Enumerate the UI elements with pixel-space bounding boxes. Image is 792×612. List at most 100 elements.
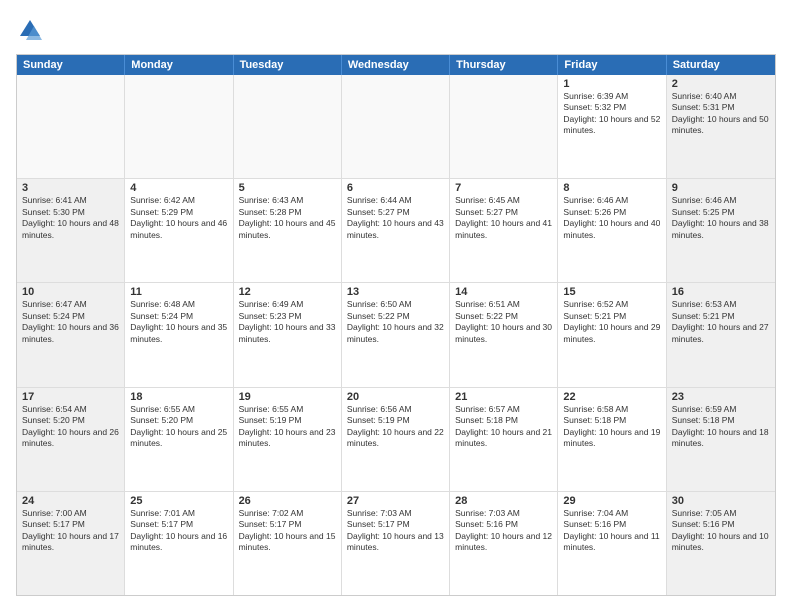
day-number: 8 [563, 182, 660, 194]
calendar-day-13: 13Sunrise: 6:50 AM Sunset: 5:22 PM Dayli… [342, 283, 450, 386]
day-number: 26 [239, 495, 336, 507]
day-info: Sunrise: 6:54 AM Sunset: 5:20 PM Dayligh… [22, 404, 119, 450]
day-number: 22 [563, 391, 660, 403]
logo [16, 16, 48, 44]
day-info: Sunrise: 7:03 AM Sunset: 5:17 PM Dayligh… [347, 508, 444, 554]
day-info: Sunrise: 6:40 AM Sunset: 5:31 PM Dayligh… [672, 91, 770, 137]
day-info: Sunrise: 6:56 AM Sunset: 5:19 PM Dayligh… [347, 404, 444, 450]
day-number: 27 [347, 495, 444, 507]
header [16, 16, 776, 44]
calendar-day-28: 28Sunrise: 7:03 AM Sunset: 5:16 PM Dayli… [450, 492, 558, 595]
calendar-day-6: 6Sunrise: 6:44 AM Sunset: 5:27 PM Daylig… [342, 179, 450, 282]
page: SundayMondayTuesdayWednesdayThursdayFrid… [0, 0, 792, 612]
day-info: Sunrise: 7:01 AM Sunset: 5:17 PM Dayligh… [130, 508, 227, 554]
calendar-day-17: 17Sunrise: 6:54 AM Sunset: 5:20 PM Dayli… [17, 388, 125, 491]
weekday-header-saturday: Saturday [667, 55, 775, 75]
calendar-row-4: 24Sunrise: 7:00 AM Sunset: 5:17 PM Dayli… [17, 492, 775, 595]
calendar-day-30: 30Sunrise: 7:05 AM Sunset: 5:16 PM Dayli… [667, 492, 775, 595]
day-info: Sunrise: 6:46 AM Sunset: 5:25 PM Dayligh… [672, 195, 770, 241]
calendar-day-9: 9Sunrise: 6:46 AM Sunset: 5:25 PM Daylig… [667, 179, 775, 282]
calendar-day-20: 20Sunrise: 6:56 AM Sunset: 5:19 PM Dayli… [342, 388, 450, 491]
calendar-day-22: 22Sunrise: 6:58 AM Sunset: 5:18 PM Dayli… [558, 388, 666, 491]
day-number: 25 [130, 495, 227, 507]
day-info: Sunrise: 6:51 AM Sunset: 5:22 PM Dayligh… [455, 299, 552, 345]
calendar-empty-cell [234, 75, 342, 178]
logo-icon [16, 16, 44, 44]
day-info: Sunrise: 6:43 AM Sunset: 5:28 PM Dayligh… [239, 195, 336, 241]
day-info: Sunrise: 6:57 AM Sunset: 5:18 PM Dayligh… [455, 404, 552, 450]
day-number: 4 [130, 182, 227, 194]
calendar-day-3: 3Sunrise: 6:41 AM Sunset: 5:30 PM Daylig… [17, 179, 125, 282]
day-info: Sunrise: 6:49 AM Sunset: 5:23 PM Dayligh… [239, 299, 336, 345]
calendar-day-25: 25Sunrise: 7:01 AM Sunset: 5:17 PM Dayli… [125, 492, 233, 595]
day-info: Sunrise: 7:02 AM Sunset: 5:17 PM Dayligh… [239, 508, 336, 554]
calendar-day-8: 8Sunrise: 6:46 AM Sunset: 5:26 PM Daylig… [558, 179, 666, 282]
calendar-empty-cell [450, 75, 558, 178]
day-info: Sunrise: 6:41 AM Sunset: 5:30 PM Dayligh… [22, 195, 119, 241]
day-number: 12 [239, 286, 336, 298]
calendar-row-3: 17Sunrise: 6:54 AM Sunset: 5:20 PM Dayli… [17, 388, 775, 492]
weekday-header-friday: Friday [558, 55, 666, 75]
weekday-header-thursday: Thursday [450, 55, 558, 75]
day-info: Sunrise: 7:04 AM Sunset: 5:16 PM Dayligh… [563, 508, 660, 554]
day-info: Sunrise: 7:00 AM Sunset: 5:17 PM Dayligh… [22, 508, 119, 554]
day-info: Sunrise: 6:50 AM Sunset: 5:22 PM Dayligh… [347, 299, 444, 345]
calendar-day-24: 24Sunrise: 7:00 AM Sunset: 5:17 PM Dayli… [17, 492, 125, 595]
day-number: 9 [672, 182, 770, 194]
day-number: 3 [22, 182, 119, 194]
day-number: 20 [347, 391, 444, 403]
calendar-day-2: 2Sunrise: 6:40 AM Sunset: 5:31 PM Daylig… [667, 75, 775, 178]
day-number: 10 [22, 286, 119, 298]
calendar-day-27: 27Sunrise: 7:03 AM Sunset: 5:17 PM Dayli… [342, 492, 450, 595]
calendar-header: SundayMondayTuesdayWednesdayThursdayFrid… [17, 55, 775, 75]
day-number: 23 [672, 391, 770, 403]
day-number: 28 [455, 495, 552, 507]
weekday-header-monday: Monday [125, 55, 233, 75]
calendar-day-10: 10Sunrise: 6:47 AM Sunset: 5:24 PM Dayli… [17, 283, 125, 386]
day-info: Sunrise: 6:45 AM Sunset: 5:27 PM Dayligh… [455, 195, 552, 241]
day-info: Sunrise: 7:03 AM Sunset: 5:16 PM Dayligh… [455, 508, 552, 554]
calendar-day-21: 21Sunrise: 6:57 AM Sunset: 5:18 PM Dayli… [450, 388, 558, 491]
calendar-row-0: 1Sunrise: 6:39 AM Sunset: 5:32 PM Daylig… [17, 75, 775, 179]
weekday-header-sunday: Sunday [17, 55, 125, 75]
calendar-day-15: 15Sunrise: 6:52 AM Sunset: 5:21 PM Dayli… [558, 283, 666, 386]
day-number: 19 [239, 391, 336, 403]
calendar-day-26: 26Sunrise: 7:02 AM Sunset: 5:17 PM Dayli… [234, 492, 342, 595]
day-number: 2 [672, 78, 770, 90]
day-info: Sunrise: 6:59 AM Sunset: 5:18 PM Dayligh… [672, 404, 770, 450]
day-number: 13 [347, 286, 444, 298]
day-info: Sunrise: 6:55 AM Sunset: 5:20 PM Dayligh… [130, 404, 227, 450]
calendar-empty-cell [342, 75, 450, 178]
calendar-body: 1Sunrise: 6:39 AM Sunset: 5:32 PM Daylig… [17, 75, 775, 595]
calendar-day-23: 23Sunrise: 6:59 AM Sunset: 5:18 PM Dayli… [667, 388, 775, 491]
day-info: Sunrise: 6:53 AM Sunset: 5:21 PM Dayligh… [672, 299, 770, 345]
day-info: Sunrise: 6:48 AM Sunset: 5:24 PM Dayligh… [130, 299, 227, 345]
calendar-day-12: 12Sunrise: 6:49 AM Sunset: 5:23 PM Dayli… [234, 283, 342, 386]
day-number: 24 [22, 495, 119, 507]
calendar-day-11: 11Sunrise: 6:48 AM Sunset: 5:24 PM Dayli… [125, 283, 233, 386]
day-number: 21 [455, 391, 552, 403]
calendar-day-14: 14Sunrise: 6:51 AM Sunset: 5:22 PM Dayli… [450, 283, 558, 386]
calendar-empty-cell [125, 75, 233, 178]
day-info: Sunrise: 6:47 AM Sunset: 5:24 PM Dayligh… [22, 299, 119, 345]
calendar-day-19: 19Sunrise: 6:55 AM Sunset: 5:19 PM Dayli… [234, 388, 342, 491]
day-info: Sunrise: 7:05 AM Sunset: 5:16 PM Dayligh… [672, 508, 770, 554]
day-number: 11 [130, 286, 227, 298]
day-number: 18 [130, 391, 227, 403]
day-number: 1 [563, 78, 660, 90]
calendar-day-5: 5Sunrise: 6:43 AM Sunset: 5:28 PM Daylig… [234, 179, 342, 282]
weekday-header-tuesday: Tuesday [234, 55, 342, 75]
calendar: SundayMondayTuesdayWednesdayThursdayFrid… [16, 54, 776, 596]
day-number: 5 [239, 182, 336, 194]
calendar-day-1: 1Sunrise: 6:39 AM Sunset: 5:32 PM Daylig… [558, 75, 666, 178]
day-number: 14 [455, 286, 552, 298]
day-info: Sunrise: 6:44 AM Sunset: 5:27 PM Dayligh… [347, 195, 444, 241]
calendar-day-18: 18Sunrise: 6:55 AM Sunset: 5:20 PM Dayli… [125, 388, 233, 491]
calendar-row-1: 3Sunrise: 6:41 AM Sunset: 5:30 PM Daylig… [17, 179, 775, 283]
calendar-row-2: 10Sunrise: 6:47 AM Sunset: 5:24 PM Dayli… [17, 283, 775, 387]
day-info: Sunrise: 6:42 AM Sunset: 5:29 PM Dayligh… [130, 195, 227, 241]
day-number: 17 [22, 391, 119, 403]
day-info: Sunrise: 6:58 AM Sunset: 5:18 PM Dayligh… [563, 404, 660, 450]
day-number: 29 [563, 495, 660, 507]
day-info: Sunrise: 6:52 AM Sunset: 5:21 PM Dayligh… [563, 299, 660, 345]
